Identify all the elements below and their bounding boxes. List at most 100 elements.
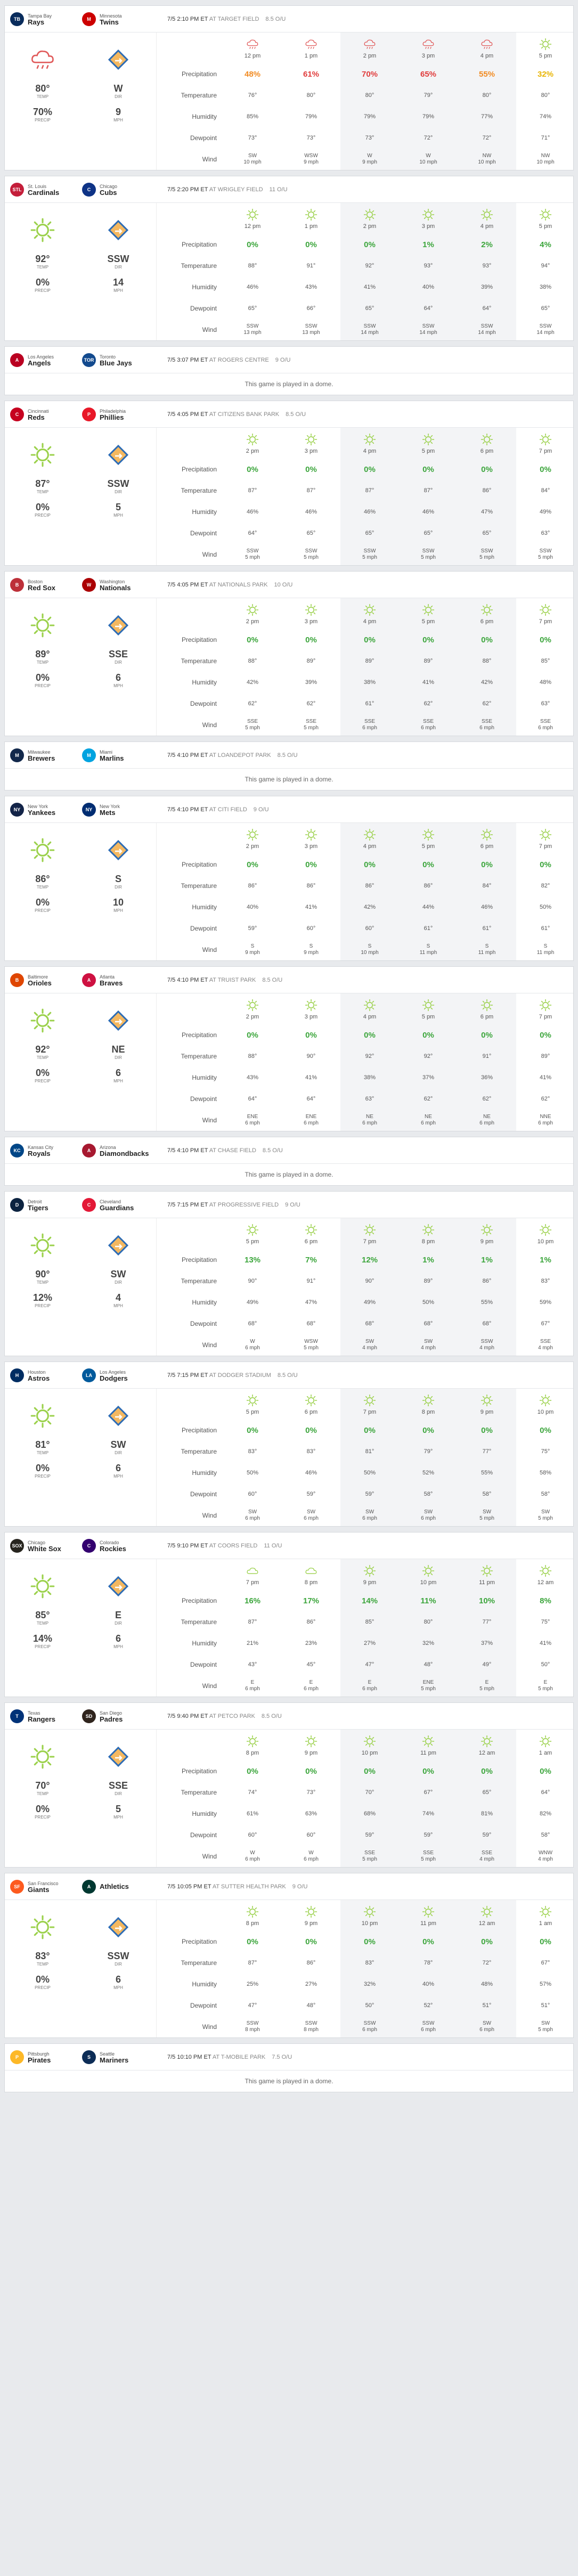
humidity-cell: 50% <box>246 1470 259 1476</box>
summary-temp-label: Temp <box>36 1962 49 1967</box>
team-home[interactable]: A Athletics <box>82 1879 154 1894</box>
team-away[interactable]: B Boston Red Sox <box>10 577 82 592</box>
team-home[interactable]: C Cleveland Guardians <box>82 1197 154 1212</box>
wind-speed: 11 mph <box>419 950 437 956</box>
row-label: Temperature <box>181 882 217 890</box>
game-park[interactable]: AT PROGRESSIVE FIELD <box>209 1202 279 1208</box>
team-away[interactable]: H Houston Astros <box>10 1368 82 1382</box>
sun-icon <box>29 441 56 469</box>
precip-cell: 0% <box>305 1937 317 1946</box>
team-home[interactable]: NY New York Mets <box>82 802 154 817</box>
hour-cell: 6 pm <box>458 603 516 625</box>
game-park[interactable]: AT COORS FIELD <box>209 1543 258 1549</box>
hour-cell: 10 pm <box>516 1223 575 1245</box>
game-time: 7/5 4:10 PM ET <box>167 1147 208 1154</box>
wind-speed: 4 mph <box>575 1856 578 1863</box>
team-home[interactable]: S Seattle Mariners <box>82 2050 154 2064</box>
team-away[interactable]: STL St. Louis Cardinals <box>10 182 82 197</box>
sun-icon <box>340 998 399 1014</box>
team-away[interactable]: C Cincinnati Reds <box>10 407 82 421</box>
team-away[interactable]: D Detroit Tigers <box>10 1197 82 1212</box>
game-park[interactable]: AT TARGET FIELD <box>209 16 259 22</box>
row-wind: Wind SW 6 mph SW 6 mph SW 6 mph SW 6 mph SW 5 mph S… <box>157 1505 578 1526</box>
team-away[interactable]: T Texas Rangers <box>10 1709 82 1723</box>
wind-speed: 6 mph <box>362 725 377 731</box>
wind-direction: SSW <box>481 548 493 554</box>
summary-left: 80° Temp 70% Precip <box>5 46 80 170</box>
team-away[interactable]: A Los Angeles Angels <box>10 353 82 367</box>
team-home[interactable]: A Arizona Diamondbacks <box>82 1143 154 1157</box>
team-away[interactable]: KC Kansas City Royals <box>10 1143 82 1157</box>
game-park[interactable]: AT PETCO PARK <box>209 1713 255 1719</box>
summary-left: 70° Temp 0% Precip <box>5 1743 80 1867</box>
row-precipitation: Precipitation 13% 7% 12% 1% 1% 1% 1% <box>157 1249 578 1270</box>
dewpoint-cell: 72° <box>424 135 433 141</box>
game-park[interactable]: AT CHASE FIELD <box>209 1147 256 1154</box>
game-park[interactable]: AT T-MOBILE PARK <box>213 2054 265 2060</box>
humidity-cell: 62% <box>575 1299 578 1306</box>
team-home[interactable]: W Washington Nationals <box>82 577 154 592</box>
team-away[interactable]: SOX Chicago White Sox <box>10 1538 82 1553</box>
humidity-cell: 27% <box>363 1640 376 1646</box>
temp-cell: 79° <box>424 1448 433 1455</box>
hourly-grid: 5 pm 6 pm 7 pm 8 pm 9 pm 10 pm 11 pm Precipitat… <box>157 1218 578 1356</box>
team-logo-icon: M <box>82 12 96 26</box>
summary-temp-value: 89° <box>35 649 50 659</box>
team-away[interactable]: SF San Francisco Giants <box>10 1879 82 1894</box>
game-park[interactable]: AT WRIGLEY FIELD <box>209 186 263 193</box>
row-label: Wind <box>202 551 217 558</box>
wind-speed: 6 mph <box>362 2027 377 2033</box>
wind-cell: W6 mph <box>223 1339 282 1351</box>
team-home[interactable]: TOR Toronto Blue Jays <box>82 353 154 367</box>
summary-mph-label: MPH <box>113 118 123 123</box>
summary-mph-label: MPH <box>113 1985 123 1990</box>
team-nickname: Marlins <box>100 754 124 762</box>
game-park[interactable]: AT CITI FIELD <box>209 806 247 813</box>
team-home[interactable]: M Minnesota Twins <box>82 12 154 26</box>
team-away[interactable]: NY New York Yankees <box>10 802 82 817</box>
game-park[interactable]: AT LOANDEPOT PARK <box>209 752 271 759</box>
team-away[interactable]: TB Tampa Bay Rays <box>10 12 82 26</box>
wind-speed: 10 mph <box>419 159 437 165</box>
sun-icon <box>575 433 578 448</box>
dewpoint-cell: 65° <box>306 530 316 536</box>
precip-cell: 0% <box>575 1767 578 1776</box>
hour-cell: 11 pm <box>575 1223 578 1245</box>
hour-label: 6 pm <box>575 223 578 230</box>
hour-label: 6 pm <box>480 843 494 850</box>
humidity-cell: 49% <box>539 509 552 515</box>
team-home[interactable]: SD San Diego Padres <box>82 1709 154 1723</box>
game-park[interactable]: AT NATIONALS PARK <box>209 582 268 588</box>
team-home[interactable]: M Miami Marlins <box>82 748 154 762</box>
game-park[interactable]: AT DODGER STADIUM <box>209 1372 271 1379</box>
wind-direction-icon <box>104 1572 132 1600</box>
dewpoint-cell: 58° <box>482 1491 492 1497</box>
wind-direction: SSE <box>540 719 551 724</box>
game-park[interactable]: AT ROGERS CENTRE <box>209 357 269 363</box>
row-wind: Wind W 6 mph W 6 mph SSE 5 mph SSE 5 mph SSE 4 mph… <box>157 1846 578 1867</box>
wind-cell: SSE 6 mph <box>340 719 399 731</box>
team-home[interactable]: C Colorado Rockies <box>82 1538 154 1553</box>
temp-cell: 84° <box>541 487 550 494</box>
sun-icon <box>282 603 340 618</box>
team-name: Chicago White Sox <box>28 1539 61 1552</box>
wind-direction: SSW <box>246 548 259 554</box>
team-home[interactable]: A Atlanta Braves <box>82 973 154 987</box>
team-home[interactable]: P Philadelphia Phillies <box>82 407 154 421</box>
game-park[interactable]: AT SUTTER HEALTH PARK <box>213 1884 286 1890</box>
team-name: Cleveland Guardians <box>100 1199 134 1211</box>
humidity-cell: 59% <box>539 1299 552 1306</box>
wind-cell: NNE 6 mph <box>516 1114 575 1127</box>
game-park[interactable]: AT CITIZENS BANK PARK <box>209 411 279 418</box>
team-away[interactable]: P Pittsburgh Pirates <box>10 2050 82 2064</box>
game-park[interactable]: AT TRUIST PARK <box>209 977 256 983</box>
summary-right: SSW Dir 14 MPH <box>80 216 156 340</box>
wind-speed: 6 mph <box>538 725 553 731</box>
wind-direction: SSW <box>246 323 259 329</box>
summary-precip-value: 0% <box>35 897 50 908</box>
team-away[interactable]: M Milwaukee Brewers <box>10 748 82 762</box>
team-home[interactable]: LA Los Angeles Dodgers <box>82 1368 154 1382</box>
temp-cell: 94° <box>541 263 550 269</box>
team-home[interactable]: C Chicago Cubs <box>82 182 154 197</box>
team-away[interactable]: B Baltimore Orioles <box>10 973 82 987</box>
